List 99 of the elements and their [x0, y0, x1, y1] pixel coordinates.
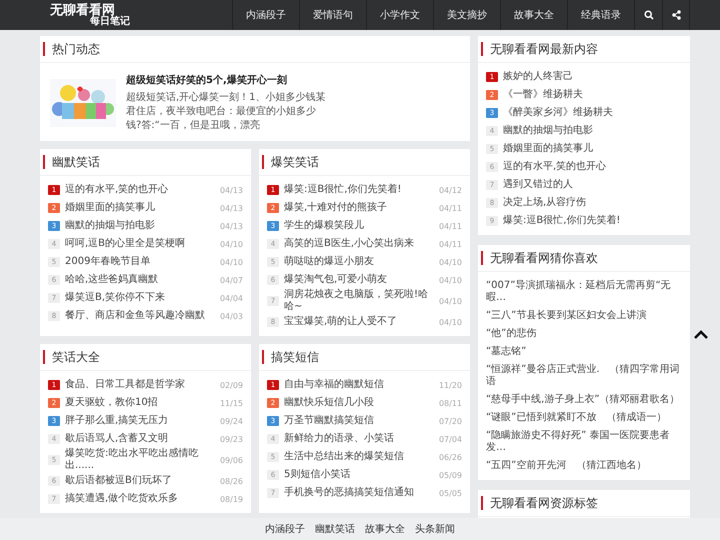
post-date: 08/26 — [220, 476, 243, 486]
post-date: 04/11 — [438, 222, 462, 230]
article-link[interactable]: 宝宝爆笑,萌的让人受不了 — [284, 316, 434, 328]
article-excerpt: 超级短笑话,开心爆笑一刻！1、小姐多少钱某君住店，夜半致电吧台：最便宜的小姐多少钱?答:“一百，但是丑哦，漂亮 — [126, 91, 326, 133]
share-icon — [672, 10, 680, 20]
card-title: 笑话大全 — [43, 350, 100, 364]
logo-subtitle: 每日笔记 — [90, 16, 130, 26]
article-link[interactable]: “五四”空前开先河 （猜江西地名） — [486, 457, 682, 475]
post-date: 08/11 — [438, 398, 462, 408]
article-link[interactable]: 哈哈,这些爸妈真幽默 — [65, 274, 215, 286]
post-date: 04/10 — [438, 296, 462, 306]
article-link[interactable]: “他”的悲伤 — [486, 325, 682, 343]
article-link[interactable]: 生活中总结出来的爆笑短信 — [284, 451, 434, 463]
post-date: 04/12 — [438, 186, 462, 194]
post-date: 04/10 — [438, 276, 462, 284]
article-link[interactable]: 爆笑,十难对付的熊孩子 — [284, 202, 434, 214]
post-date: 04/10 — [438, 258, 462, 266]
post-date: 05/05 — [438, 488, 462, 498]
article-link[interactable]: “慈母手中线,游子身上衣”（猜邓丽君歌名） — [486, 391, 682, 409]
article-link[interactable]: 爆笑逗B,笑你停不下来 — [65, 292, 215, 304]
post-date: 02/09 — [220, 380, 243, 390]
article-link[interactable]: “恒源祥”曼谷店正式营业. （猜四字常用词语 — [486, 361, 682, 391]
article-link[interactable]: 《一瞥》维扬耕夫 — [503, 89, 682, 101]
card-title: 无聊看看网资源标签 — [481, 496, 598, 510]
card-title: 幽默笑话 — [43, 155, 100, 169]
article-link[interactable]: 爆笑吃货:吃出水平吃出感情吃出...... — [65, 448, 215, 472]
search-icon — [644, 10, 654, 20]
article-link[interactable]: “墓志铭” — [486, 343, 682, 361]
post-date: 07/04 — [438, 434, 462, 444]
article-link[interactable]: 搞笑遭遇,做个吃货欢乐多 — [65, 493, 215, 505]
article-link[interactable]: 逗的有水平,笑的也开心 — [65, 184, 215, 196]
post-date: 11/15 — [220, 398, 243, 408]
article-link[interactable]: “隐瞒旅游史不得好死” 泰国一医院要患者发… — [486, 427, 682, 457]
card-title: 无聊看看网最新内容 — [481, 42, 598, 56]
article-link[interactable]: “007”导演抓瑞福永：延档后无需再剪“无暇… — [486, 277, 682, 307]
article-link[interactable]: 婚姻里面的搞笑事儿 — [503, 143, 682, 155]
footer-link[interactable]: 头条新闻 — [415, 522, 455, 536]
article-link[interactable]: 高笑的逗B医生,小心笑出病来 — [284, 238, 434, 250]
post-date: 09/06 — [220, 456, 243, 464]
post-date: 04/10 — [220, 240, 243, 248]
article-link[interactable]: 决定上场,从容疗伤 — [503, 197, 682, 209]
post-date: 07/20 — [438, 416, 462, 426]
article-link[interactable]: 萌哒哒的爆逗小朋友 — [284, 256, 434, 268]
footer-link[interactable]: 故事大全 — [365, 522, 405, 536]
article-link[interactable]: 爆笑:逗B很忙,你们先笑着! — [284, 184, 434, 196]
post-date: 04/07 — [220, 276, 243, 284]
post-date: 04/10 — [220, 258, 243, 266]
article-link[interactable]: 学生的爆糗笑段儿 — [284, 220, 434, 232]
article-link[interactable]: 遇到又错过的人 — [503, 179, 682, 191]
article-link[interactable]: 幽默的抽烟与拍电影 — [65, 220, 215, 232]
post-date: 04/13 — [220, 222, 243, 230]
article-link[interactable]: 万圣节幽默搞笑短信 — [284, 415, 434, 427]
article-link[interactable]: 2009年春晚节目单 — [65, 256, 215, 268]
card-title: 搞笑短信 — [262, 350, 319, 364]
article-link[interactable]: 5则短信小笑话 — [284, 469, 434, 481]
post-date: 04/13 — [220, 204, 243, 212]
article-link[interactable]: “谜眼”已悟到就紧盯不放 （猜成语一） — [486, 409, 682, 427]
post-date: 04/03 — [220, 312, 243, 320]
article-link[interactable]: 幽默快乐短信几小段 — [284, 397, 434, 409]
post-date: 05/09 — [438, 470, 462, 480]
article-link[interactable]: 胖子那么重,搞笑无压力 — [65, 415, 215, 427]
post-date: 04/11 — [438, 204, 462, 212]
post-date: 09/24 — [220, 416, 243, 426]
article-link[interactable]: 手机换号的恶搞搞笑短信通知 — [284, 487, 434, 499]
post-date: 04/13 — [220, 186, 243, 194]
footer-link[interactable]: 内涵段子 — [265, 522, 305, 536]
logo-title: 无聊看看网 — [50, 4, 115, 16]
article-link[interactable]: 歇后语骂人,含蓄又文明 — [65, 433, 215, 445]
card-title: 热门动态 — [43, 42, 100, 56]
post-date: 09/23 — [220, 434, 243, 444]
article-link[interactable]: 洞房花烛夜之电脑版，笑死啦!哈哈~ — [284, 289, 434, 313]
article-link[interactable]: 爆笑:逗B很忙,你们先笑着! — [503, 215, 682, 227]
article-link[interactable]: 歇后语都被逗B们玩坏了 — [65, 475, 215, 487]
post-date: 04/04 — [220, 294, 243, 302]
card-title: 无聊看看网猜你喜欢 — [481, 251, 598, 265]
article-title[interactable]: 超级短笑话好笑的5个,爆笑开心一刻 — [126, 73, 326, 87]
article-link[interactable]: 呵呵,逗B的心里全是笑梗啊 — [65, 238, 215, 250]
article-link[interactable]: 夏天驱蚊，教你10招 — [65, 397, 215, 409]
article-link[interactable]: “三八”节县长要到某区妇女会上讲演 — [486, 307, 682, 325]
article-link[interactable]: 《醉美家乡河》维扬耕夫 — [503, 107, 682, 119]
article-link[interactable]: 婚姻里面的搞笑事儿 — [65, 202, 215, 214]
caret-up-icon[interactable] — [694, 330, 708, 340]
site-logo[interactable]: 无聊看看网 每日笔记 — [40, 0, 130, 30]
footer-link[interactable]: 幽默笑话 — [315, 522, 355, 536]
post-date: 04/11 — [438, 240, 462, 248]
article-link[interactable]: 餐厅、商店和金鱼等风趣冷幽默 — [65, 310, 215, 322]
article-link[interactable]: 幽默的抽烟与拍电影 — [503, 125, 682, 137]
article-link[interactable]: 食品、日常工具都是哲学家 — [65, 379, 215, 391]
card-title: 爆笑笑话 — [262, 155, 319, 169]
share-button[interactable] — [662, 0, 690, 30]
article-link[interactable]: 逗的有水平,笑的也开心 — [503, 161, 682, 173]
article-link[interactable]: 新鲜给力的语录、小笑话 — [284, 433, 434, 445]
article-link[interactable]: 自由与幸福的幽默短信 — [284, 379, 434, 391]
article-link[interactable]: 爆笑淘气包,可爱小萌友 — [284, 274, 434, 286]
post-date: 11/20 — [438, 380, 462, 390]
article-link[interactable]: 嫉妒的人终害己 — [503, 71, 682, 83]
post-date: 06/26 — [438, 452, 462, 462]
post-date: 08/19 — [220, 494, 243, 504]
post-date: 04/10 — [438, 318, 462, 326]
